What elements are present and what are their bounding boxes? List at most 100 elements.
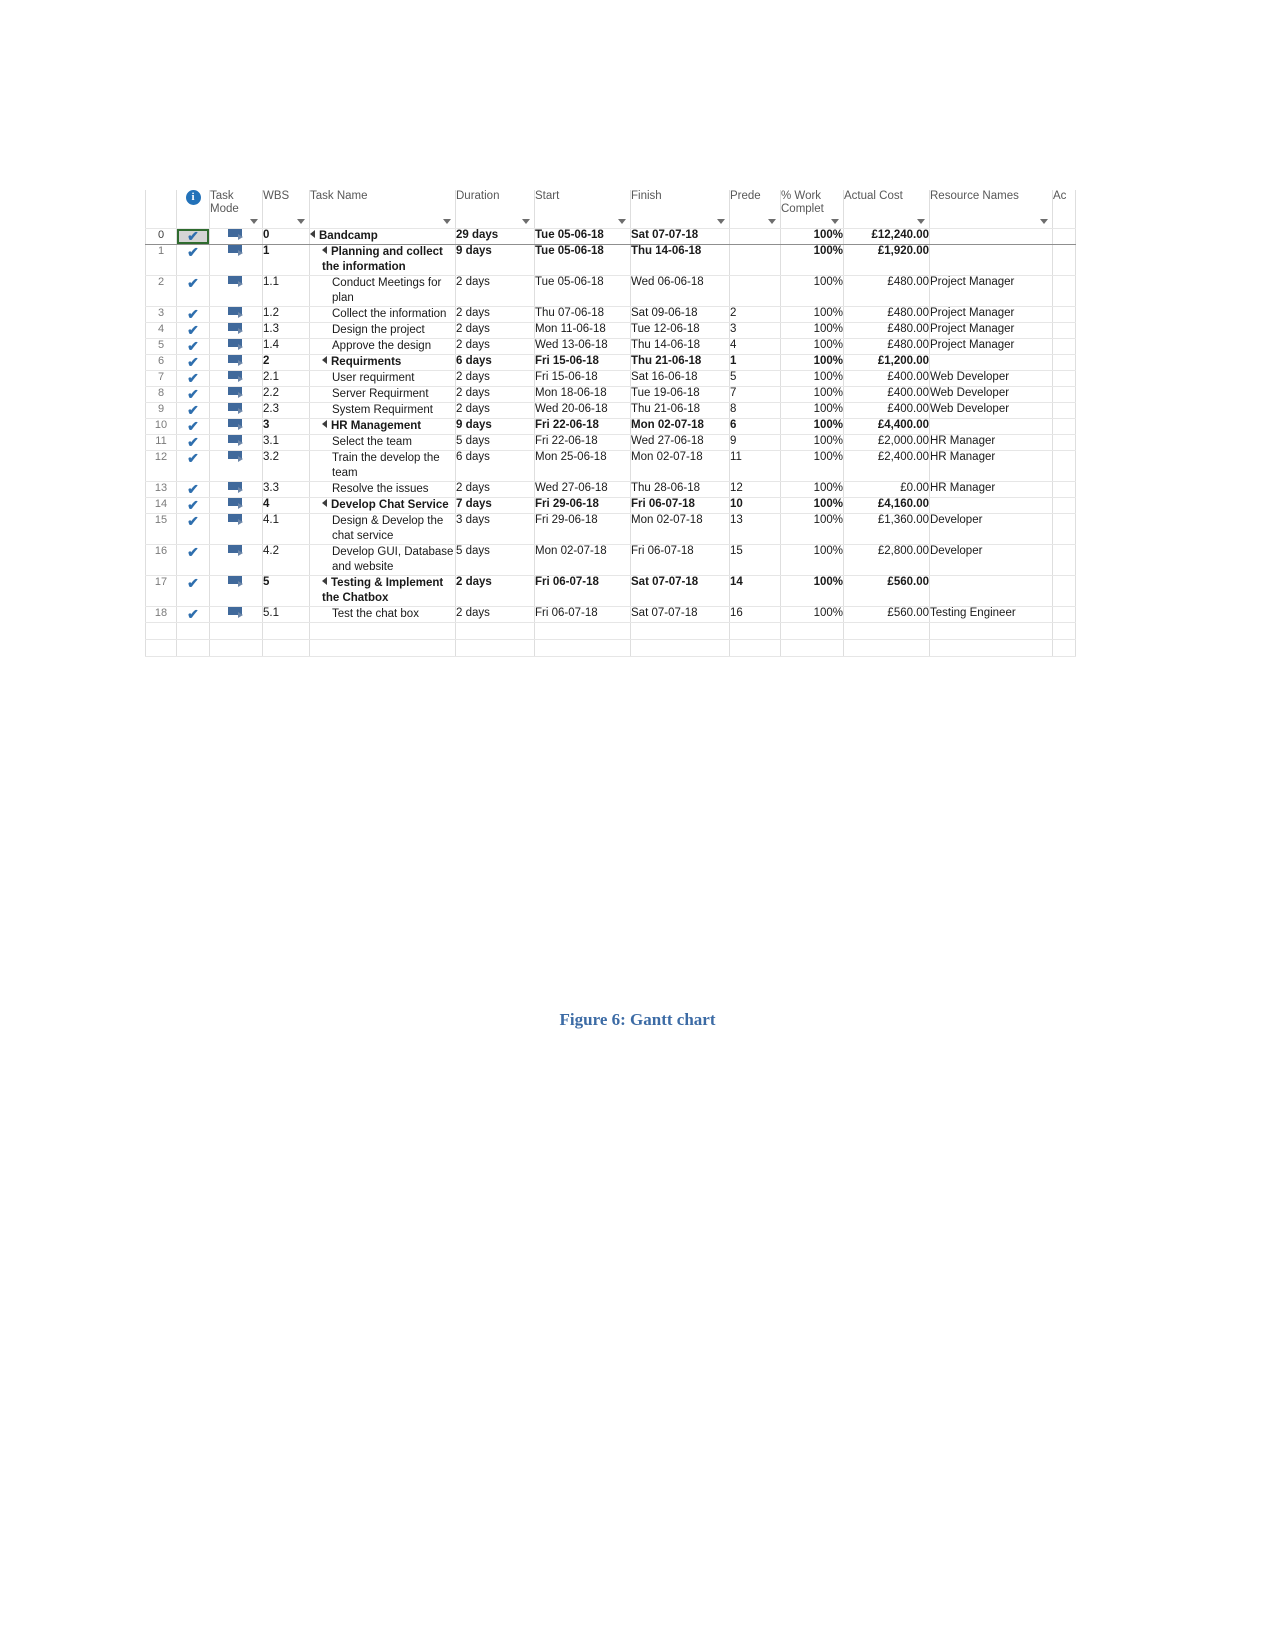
empty-cell[interactable] (843, 639, 930, 657)
finish-date-cell[interactable]: Thu 28-06-18 (630, 481, 730, 498)
actual-cost-cell[interactable]: £0.00 (843, 481, 930, 498)
finish-date-cell[interactable]: Sat 07-07-18 (630, 606, 730, 623)
column-header-task-mode[interactable]: Task Mode (209, 190, 263, 229)
table-row[interactable]: 7 ✔ 2.1 User requirment 2 days Fri 15-06-18 Sa… (145, 370, 1076, 387)
indicator-cell[interactable]: ✔ (176, 244, 210, 276)
column-header-actual-cost[interactable]: Actual Cost (843, 190, 930, 229)
wbs-cell[interactable]: 3.1 (262, 434, 310, 451)
empty-cell[interactable] (534, 639, 631, 657)
pct-work-complete-cell[interactable]: 100% (780, 450, 844, 482)
pct-work-complete-cell[interactable]: 100% (780, 434, 844, 451)
chevron-down-icon[interactable] (917, 219, 925, 224)
finish-date-cell[interactable]: Mon 02-07-18 (630, 513, 730, 545)
actual-cost-cell[interactable]: £400.00 (843, 370, 930, 387)
task-mode-cell[interactable] (209, 386, 263, 403)
pct-work-complete-cell[interactable]: 100% (780, 370, 844, 387)
task-name-cell[interactable]: HR Management (309, 418, 456, 435)
task-mode-cell[interactable] (209, 606, 263, 623)
wbs-cell[interactable]: 1 (262, 244, 310, 276)
task-name-cell[interactable]: Design & Develop the chat service (309, 513, 456, 545)
row-number-cell[interactable]: 3 (145, 306, 177, 323)
truncated-cell[interactable] (1052, 402, 1076, 419)
truncated-cell[interactable] (1052, 544, 1076, 576)
row-number-cell[interactable]: 9 (145, 402, 177, 419)
wbs-cell[interactable]: 5.1 (262, 606, 310, 623)
indicator-cell[interactable]: ✔ (176, 228, 210, 245)
empty-cell[interactable] (929, 639, 1053, 657)
indicator-cell[interactable]: ✔ (176, 544, 210, 576)
table-row[interactable]: 17 ✔ 5 Testing & Implement the Chatbox 2 day… (145, 575, 1076, 607)
resource-names-cell[interactable] (929, 497, 1053, 514)
task-name-cell[interactable]: User requirment (309, 370, 456, 387)
pct-work-complete-cell[interactable]: 100% (780, 402, 844, 419)
task-name-cell[interactable]: Select the team (309, 434, 456, 451)
table-row[interactable]: 10 ✔ 3 HR Management 9 days Fri 22-06-18 Mon 0… (145, 418, 1076, 435)
table-row[interactable]: 13 ✔ 3.3 Resolve the issues 2 days Wed 27-06-… (145, 481, 1076, 498)
predecessors-cell[interactable]: 1 (729, 354, 781, 371)
task-mode-cell[interactable] (209, 497, 263, 514)
start-date-cell[interactable]: Fri 22-06-18 (534, 418, 631, 435)
finish-date-cell[interactable]: Wed 27-06-18 (630, 434, 730, 451)
truncated-cell[interactable] (1052, 338, 1076, 355)
resource-names-cell[interactable]: HR Manager (929, 434, 1053, 451)
empty-cell[interactable] (929, 622, 1053, 640)
collapse-triangle-icon[interactable] (322, 577, 327, 585)
pct-work-complete-cell[interactable]: 100% (780, 322, 844, 339)
indicator-cell[interactable]: ✔ (176, 370, 210, 387)
column-header-resource-names[interactable]: Resource Names (929, 190, 1053, 229)
finish-date-cell[interactable]: Sat 09-06-18 (630, 306, 730, 323)
finish-date-cell[interactable]: Thu 21-06-18 (630, 354, 730, 371)
predecessors-cell[interactable]: 2 (729, 306, 781, 323)
table-row[interactable]: 2 ✔ 1.1 Conduct Meetings for plan 2 days Tue … (145, 275, 1076, 307)
actual-cost-cell[interactable]: £2,000.00 (843, 434, 930, 451)
finish-date-cell[interactable]: Mon 02-07-18 (630, 418, 730, 435)
actual-cost-cell[interactable]: £2,800.00 (843, 544, 930, 576)
indicator-cell[interactable]: ✔ (176, 606, 210, 623)
column-header-pct-work-complete[interactable]: % Work Complet (780, 190, 844, 229)
indicator-cell[interactable]: ✔ (176, 575, 210, 607)
row-number-cell[interactable]: 6 (145, 354, 177, 371)
empty-cell[interactable] (1052, 622, 1076, 640)
task-mode-cell[interactable] (209, 354, 263, 371)
pct-work-complete-cell[interactable]: 100% (780, 497, 844, 514)
wbs-cell[interactable]: 1.4 (262, 338, 310, 355)
table-row[interactable]: 9 ✔ 2.3 System Requirment 2 days Wed 20-06-18… (145, 402, 1076, 419)
duration-cell[interactable]: 2 days (455, 370, 535, 387)
column-header-task-name[interactable]: Task Name (309, 190, 456, 229)
start-date-cell[interactable]: Wed 13-06-18 (534, 338, 631, 355)
resource-names-cell[interactable]: Web Developer (929, 402, 1053, 419)
resource-names-cell[interactable] (929, 354, 1053, 371)
duration-cell[interactable]: 9 days (455, 244, 535, 276)
chevron-down-icon[interactable] (618, 219, 626, 224)
truncated-cell[interactable] (1052, 481, 1076, 498)
task-name-cell[interactable]: Testing & Implement the Chatbox (309, 575, 456, 607)
actual-cost-cell[interactable]: £4,400.00 (843, 418, 930, 435)
start-date-cell[interactable]: Fri 15-06-18 (534, 370, 631, 387)
truncated-cell[interactable] (1052, 450, 1076, 482)
empty-cell[interactable] (176, 622, 210, 640)
empty-cell[interactable] (780, 622, 844, 640)
wbs-cell[interactable]: 5 (262, 575, 310, 607)
finish-date-cell[interactable]: Sat 07-07-18 (630, 575, 730, 607)
task-mode-cell[interactable] (209, 402, 263, 419)
chevron-down-icon[interactable] (522, 219, 530, 224)
task-mode-cell[interactable] (209, 228, 263, 245)
task-name-cell[interactable]: Train the develop the team (309, 450, 456, 482)
empty-cell[interactable] (843, 622, 930, 640)
column-header-indicator[interactable]: i (176, 190, 210, 229)
actual-cost-cell[interactable]: £480.00 (843, 306, 930, 323)
empty-cell[interactable] (309, 622, 456, 640)
empty-cell[interactable] (176, 639, 210, 657)
row-number-cell[interactable]: 13 (145, 481, 177, 498)
wbs-cell[interactable]: 2 (262, 354, 310, 371)
row-number-cell[interactable]: 12 (145, 450, 177, 482)
empty-cell[interactable] (145, 622, 177, 640)
pct-work-complete-cell[interactable]: 100% (780, 544, 844, 576)
resource-names-cell[interactable] (929, 244, 1053, 276)
indicator-cell[interactable]: ✔ (176, 386, 210, 403)
row-number-cell[interactable]: 14 (145, 497, 177, 514)
row-number-cell[interactable]: 5 (145, 338, 177, 355)
truncated-cell[interactable] (1052, 497, 1076, 514)
task-mode-cell[interactable] (209, 434, 263, 451)
truncated-cell[interactable] (1052, 322, 1076, 339)
